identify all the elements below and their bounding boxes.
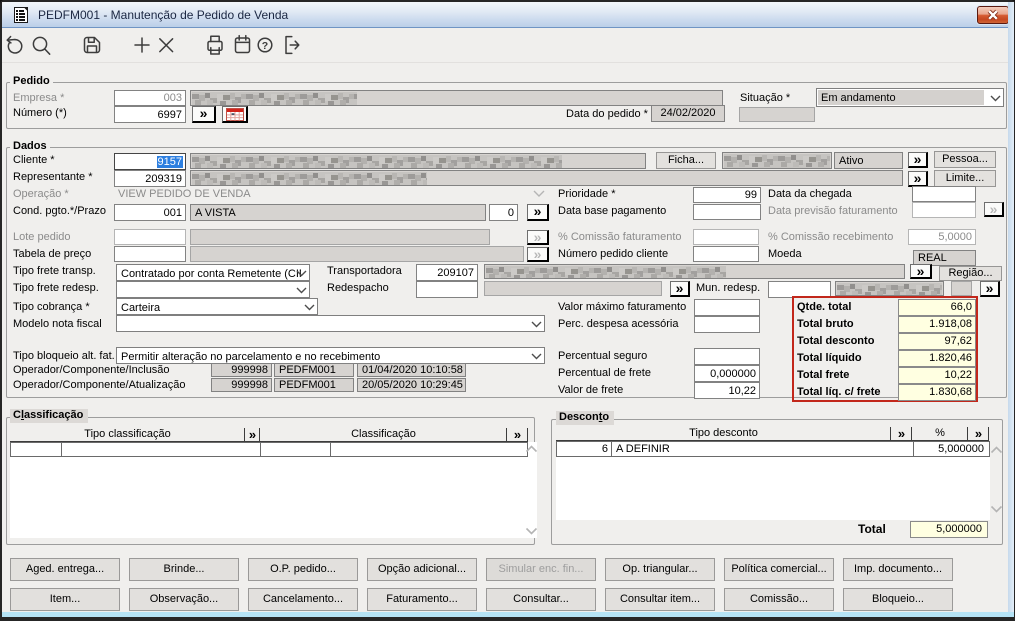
svg-text:?: ?: [262, 40, 268, 52]
